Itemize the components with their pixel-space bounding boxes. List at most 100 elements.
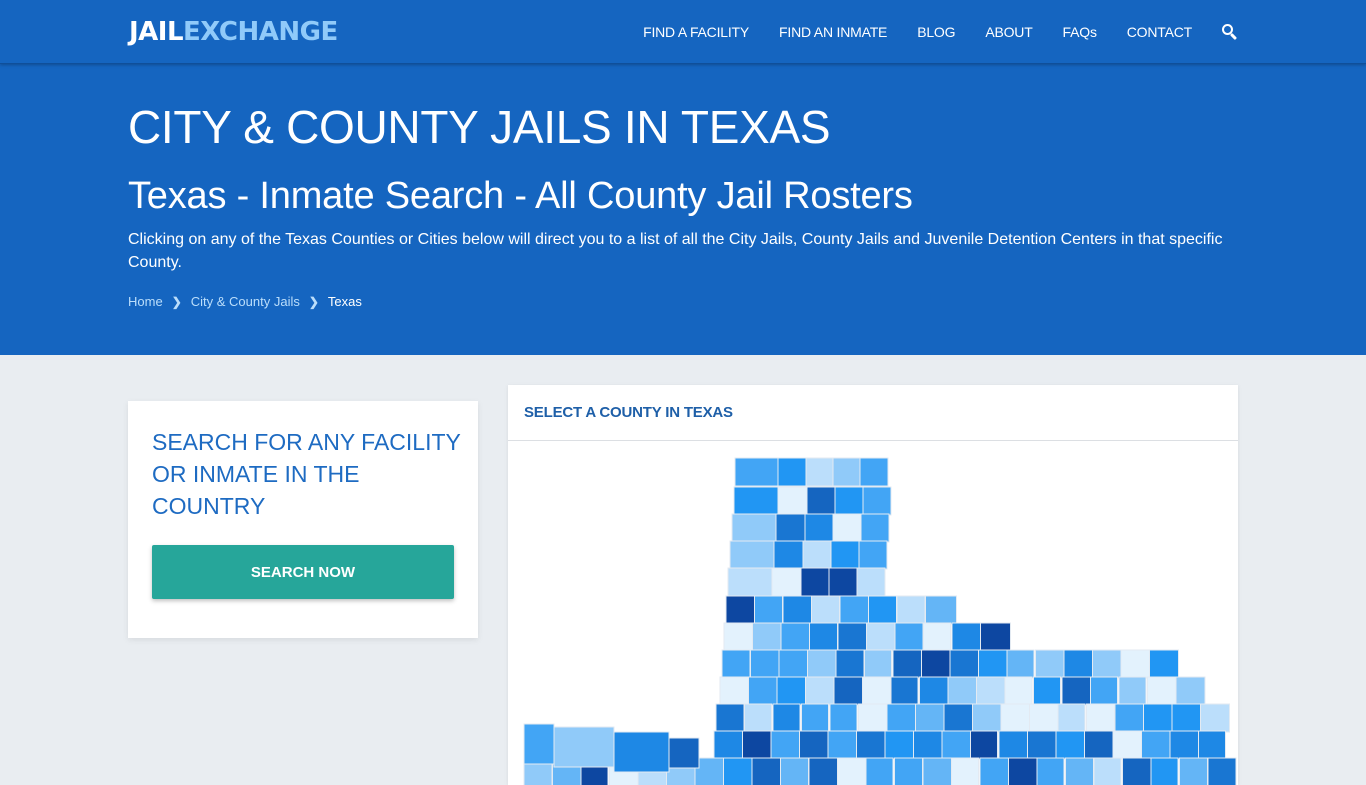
county-region[interactable] — [1112, 730, 1145, 760]
county-region[interactable] — [943, 703, 977, 733]
county-region[interactable] — [780, 757, 809, 785]
nav-faqs[interactable]: FAQs — [1063, 24, 1097, 40]
nav-blog[interactable]: BLOG — [917, 24, 955, 40]
county-region[interactable] — [1118, 676, 1147, 706]
search-now-button[interactable]: SEARCH NOW — [152, 545, 454, 599]
nav-about[interactable]: ABOUT — [985, 24, 1032, 40]
county-region[interactable] — [731, 513, 777, 543]
county-region[interactable] — [752, 622, 785, 652]
county-region[interactable] — [951, 757, 979, 785]
county-region[interactable] — [1090, 676, 1118, 706]
county-region[interactable] — [613, 731, 670, 773]
county-region[interactable] — [1143, 703, 1173, 733]
county-region[interactable] — [864, 649, 892, 679]
county-region[interactable] — [1033, 676, 1061, 706]
county-region[interactable] — [892, 649, 925, 679]
breadcrumb-city-county-jails[interactable]: City & County Jails — [191, 294, 300, 309]
texas-county-map[interactable] — [508, 442, 1238, 785]
county-region[interactable] — [998, 730, 1030, 760]
county-region[interactable] — [780, 622, 814, 652]
county-region[interactable] — [919, 676, 951, 706]
county-region[interactable] — [829, 703, 858, 733]
county-region[interactable] — [1207, 757, 1237, 785]
county-region[interactable] — [723, 757, 756, 785]
breadcrumb-home[interactable]: Home — [128, 294, 163, 309]
county-region[interactable] — [772, 703, 801, 733]
county-region[interactable] — [553, 726, 615, 768]
county-region[interactable] — [1198, 730, 1226, 760]
county-region[interactable] — [884, 730, 918, 760]
county-region[interactable] — [834, 486, 864, 516]
county-region[interactable] — [858, 703, 888, 733]
county-region[interactable] — [808, 757, 839, 785]
county-region[interactable] — [668, 737, 700, 769]
county-region[interactable] — [862, 486, 892, 516]
county-region[interactable] — [811, 595, 840, 625]
county-region[interactable] — [748, 676, 781, 706]
county-region[interactable] — [713, 730, 747, 760]
county-region[interactable] — [777, 486, 808, 516]
county-region[interactable] — [1175, 676, 1206, 706]
county-region[interactable] — [859, 457, 889, 487]
county-region[interactable] — [782, 595, 814, 625]
county-region[interactable] — [805, 457, 834, 487]
county-region[interactable] — [832, 457, 861, 487]
county-region[interactable] — [913, 730, 946, 760]
county-region[interactable] — [1200, 703, 1230, 733]
county-region[interactable] — [727, 567, 773, 597]
county-region[interactable] — [734, 457, 779, 487]
county-region[interactable] — [980, 622, 1011, 652]
county-region[interactable] — [733, 486, 779, 516]
county-region[interactable] — [729, 540, 775, 570]
county-region[interactable] — [828, 567, 858, 597]
county-region[interactable] — [1147, 676, 1177, 706]
county-region[interactable] — [1179, 757, 1208, 785]
county-region[interactable] — [1122, 757, 1154, 785]
county-region[interactable] — [1036, 757, 1065, 785]
county-region[interactable] — [770, 730, 803, 760]
county-region[interactable] — [1093, 757, 1122, 785]
county-region[interactable] — [835, 649, 865, 679]
county-region[interactable] — [833, 676, 866, 706]
county-region[interactable] — [723, 622, 754, 652]
county-region[interactable] — [806, 486, 836, 516]
county-region[interactable] — [1055, 730, 1088, 760]
county-region[interactable] — [725, 595, 756, 625]
county-region[interactable] — [868, 595, 897, 625]
county-region[interactable] — [802, 540, 832, 570]
county-region[interactable] — [799, 730, 832, 760]
county-region[interactable] — [1171, 703, 1205, 733]
county-region[interactable] — [750, 649, 780, 679]
county-region[interactable] — [1035, 649, 1065, 679]
county-region[interactable] — [976, 676, 1008, 706]
county-region[interactable] — [1057, 703, 1086, 733]
search-icon[interactable] — [1222, 24, 1238, 41]
county-region[interactable] — [805, 676, 835, 706]
county-region[interactable] — [941, 730, 974, 760]
county-region[interactable] — [523, 723, 555, 765]
county-region[interactable] — [865, 757, 894, 785]
county-region[interactable] — [858, 540, 888, 570]
county-region[interactable] — [830, 540, 860, 570]
county-region[interactable] — [1027, 730, 1057, 760]
county-region[interactable] — [777, 457, 807, 487]
county-region[interactable] — [1114, 703, 1146, 733]
county-region[interactable] — [970, 730, 998, 760]
county-region[interactable] — [837, 757, 868, 785]
county-region[interactable] — [856, 730, 888, 760]
nav-contact[interactable]: CONTACT — [1127, 24, 1192, 40]
county-region[interactable] — [801, 703, 829, 733]
county-region[interactable] — [1169, 730, 1203, 760]
county-region[interactable] — [1029, 703, 1062, 733]
county-region[interactable] — [778, 649, 812, 679]
county-region[interactable] — [775, 513, 806, 543]
county-region[interactable] — [921, 649, 954, 679]
county-region[interactable] — [839, 595, 873, 625]
county-region[interactable] — [1006, 649, 1035, 679]
county-region[interactable] — [856, 567, 886, 597]
county-region[interactable] — [807, 649, 837, 679]
county-region[interactable] — [1004, 676, 1033, 706]
county-region[interactable] — [694, 757, 727, 785]
county-region[interactable] — [1086, 703, 1115, 733]
nav-find-a-facility[interactable]: FIND A FACILITY — [643, 24, 749, 40]
